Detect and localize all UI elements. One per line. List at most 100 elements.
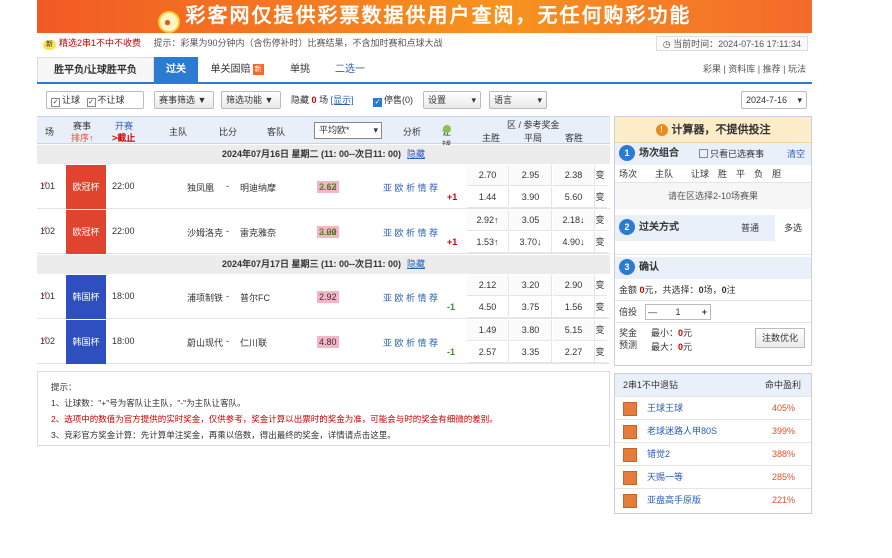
expert-name[interactable]: 老球迷路人甲80S bbox=[647, 420, 717, 443]
odds-cell[interactable]: 1.44 bbox=[467, 187, 509, 208]
away-team[interactable]: 普尔FC bbox=[240, 291, 270, 304]
odds-cell[interactable]: 2.12 bbox=[467, 275, 509, 296]
date-row-text: 2024年07月17日 星期三 (11: 00--次日11: 00) bbox=[221, 259, 402, 269]
hot-expert-row[interactable]: 天赐一等 285% bbox=[615, 465, 811, 488]
settings-button[interactable]: 设置 ▾ bbox=[423, 91, 481, 109]
odds-cell[interactable]: 2.95 bbox=[510, 165, 552, 186]
odds-cell[interactable]: 5.60 bbox=[553, 187, 595, 208]
odds-cell[interactable]: 4.50 bbox=[467, 297, 509, 318]
promo-link[interactable]: 精选2串1不中不收费 bbox=[59, 38, 141, 48]
hot-expert-row[interactable]: 错觉2 388% bbox=[615, 442, 811, 465]
analysis-links[interactable]: 亚 欧 析 情 荐 bbox=[383, 181, 438, 194]
odds-change-link[interactable]: 变 bbox=[593, 342, 607, 363]
odds-change-link[interactable]: 变 bbox=[593, 320, 607, 341]
odds-cell[interactable]: 1.56 bbox=[553, 297, 595, 318]
expert-name[interactable]: 天赐一等 bbox=[647, 466, 683, 489]
stop-sale-checkbox[interactable]: ✓ bbox=[373, 98, 382, 107]
home-team[interactable]: 蔚山现代 bbox=[187, 336, 223, 349]
prize-label: 奖金预测 bbox=[619, 328, 638, 350]
odds-cell[interactable]: 3.70↓ bbox=[510, 232, 552, 253]
hide-day-link[interactable]: 隐藏 bbox=[407, 149, 425, 159]
home-team[interactable]: 沙姆洛克 bbox=[187, 226, 223, 239]
odds-change-link[interactable]: 变 bbox=[593, 187, 607, 208]
odds-cell[interactable]: 1.53↑ bbox=[467, 232, 509, 253]
multiplier-value[interactable]: 1 bbox=[675, 307, 680, 317]
home-team[interactable]: 独凤凰 bbox=[187, 181, 214, 194]
league-badge[interactable]: 欧冠杯 bbox=[66, 210, 106, 254]
kickoff-time: 18:00 bbox=[112, 336, 135, 346]
rang-checkbox[interactable]: ✓ bbox=[51, 98, 60, 107]
odds-cell[interactable]: 3.80 bbox=[510, 320, 552, 341]
date-select[interactable]: 2024-7-16 ▾ bbox=[741, 91, 807, 109]
league-badge[interactable]: 韩国杯 bbox=[66, 275, 106, 319]
expert-name[interactable]: 亚盘高手原版 bbox=[647, 489, 701, 512]
clear-button[interactable]: 清空 bbox=[787, 143, 805, 165]
nav-links[interactable]: 彩果 | 资料库 | 推荐 | 玩法 bbox=[703, 57, 806, 82]
hot-expert-row[interactable]: 亚盘高手原版 221% bbox=[615, 488, 811, 511]
odds-change-link[interactable]: 变 bbox=[593, 232, 607, 253]
odds-cell[interactable]: 3.20 bbox=[510, 275, 552, 296]
minus-icon[interactable]: — bbox=[648, 305, 657, 319]
away-team[interactable]: 仁川联 bbox=[240, 336, 267, 349]
league-badge[interactable]: 韩国杯 bbox=[66, 320, 106, 364]
away-team[interactable]: 雷克雅奈 bbox=[240, 226, 276, 239]
expert-name[interactable]: 错觉2 bbox=[647, 443, 670, 466]
analysis-links[interactable]: 亚 欧 析 情 荐 bbox=[383, 291, 438, 304]
handicap-filter[interactable]: ✓ 让球 ✓ 不让球 bbox=[46, 91, 144, 109]
analysis-links[interactable]: 亚 欧 析 情 荐 bbox=[383, 226, 438, 239]
league-filter-button[interactable]: 赛事筛选 ▼ bbox=[154, 91, 214, 109]
odds-cell[interactable]: 2.18↓ bbox=[553, 210, 595, 231]
odds-cell[interactable]: 5.15 bbox=[553, 320, 595, 341]
multi-tab[interactable]: 多选 bbox=[775, 215, 811, 241]
normal-tab[interactable]: 普通 bbox=[741, 215, 759, 241]
avg-away: 2.32 bbox=[319, 227, 337, 237]
multiplier-stepper[interactable]: — 1 + bbox=[645, 304, 711, 320]
odds-cell[interactable]: 2.70 bbox=[467, 165, 509, 186]
odds-cell[interactable]: 2.57 bbox=[467, 342, 509, 363]
selection-hint: 请在区选择2-10场赛果 bbox=[615, 183, 811, 209]
odds-cell[interactable]: 2.27 bbox=[553, 342, 595, 363]
tab-danguan-label: 单关固赔 bbox=[210, 64, 251, 75]
odds-cell[interactable]: 2.90 bbox=[553, 275, 595, 296]
odds-cell[interactable]: 1.49 bbox=[467, 320, 509, 341]
hot-expert-row[interactable]: 王球王球 405% bbox=[615, 396, 811, 419]
burang-checkbox[interactable]: ✓ bbox=[86, 98, 96, 107]
odds-cell[interactable]: 3.75 bbox=[510, 297, 552, 318]
odds-cell[interactable]: 3.35 bbox=[510, 342, 552, 363]
only-selected-checkbox[interactable] bbox=[699, 149, 708, 158]
col-jiezhi[interactable]: >截止 bbox=[112, 131, 135, 144]
tab-guoguan[interactable]: 过关 bbox=[154, 57, 198, 82]
league-badge[interactable]: 欧冠杯 bbox=[66, 165, 106, 209]
tab-dantiao[interactable]: 单挑 bbox=[277, 57, 323, 82]
away-team[interactable]: 明迪纳摩 bbox=[240, 181, 276, 194]
odds-change-link[interactable]: 变 bbox=[593, 275, 607, 296]
sort-button[interactable]: 排序↑ bbox=[71, 131, 94, 144]
hot-expert-row[interactable]: 老球迷路人甲80S 399% bbox=[615, 419, 811, 442]
function-filter-button[interactable]: 筛选功能 ▼ bbox=[221, 91, 281, 109]
expert-name[interactable]: 王球王球 bbox=[647, 397, 683, 420]
help-icon[interactable] bbox=[443, 125, 451, 133]
plus-icon[interactable]: + bbox=[702, 305, 707, 319]
odds-cell[interactable]: 2.92↑ bbox=[467, 210, 509, 231]
odds-cell[interactable]: 4.90↓ bbox=[553, 232, 595, 253]
odds-change-link[interactable]: 变 bbox=[593, 165, 607, 186]
tab-spf[interactable]: 胜平负/让球胜平负 bbox=[37, 57, 154, 82]
tab-danguan[interactable]: 单关固赔新 bbox=[203, 57, 271, 82]
hide-day-link[interactable]: 隐藏 bbox=[407, 259, 425, 269]
stop-sale-toggle[interactable]: ✓ 停售(0) bbox=[373, 91, 413, 109]
odds-cell[interactable]: 3.90 bbox=[510, 187, 552, 208]
show-hidden-link[interactable]: [显示] bbox=[331, 95, 354, 105]
odds-change-link[interactable]: 变 bbox=[593, 210, 607, 231]
tab-erxuanyi[interactable]: 二选一 bbox=[327, 57, 373, 82]
home-team[interactable]: 浦项制铁 bbox=[187, 291, 223, 304]
optimize-button[interactable]: 注数优化 bbox=[754, 328, 805, 348]
analysis-links[interactable]: 亚 欧 析 情 荐 bbox=[383, 336, 438, 349]
only-selected-toggle[interactable]: 只看已选赛事 bbox=[699, 143, 764, 165]
odds-cell[interactable]: 3.05 bbox=[510, 210, 552, 231]
odds-cell[interactable]: 2.38 bbox=[553, 165, 595, 186]
odds-change-link[interactable]: 变 bbox=[593, 297, 607, 318]
avg-odds-select[interactable]: 平均欧* ▾ bbox=[314, 122, 382, 139]
tip-3[interactable]: 3、竞彩官方奖金计算：先计算单注奖金，再乘以倍数，得出最终的奖金，详情请点击这里… bbox=[51, 427, 596, 443]
amount-label: 金额 bbox=[619, 285, 638, 295]
language-button[interactable]: 语言 ▾ bbox=[489, 91, 547, 109]
